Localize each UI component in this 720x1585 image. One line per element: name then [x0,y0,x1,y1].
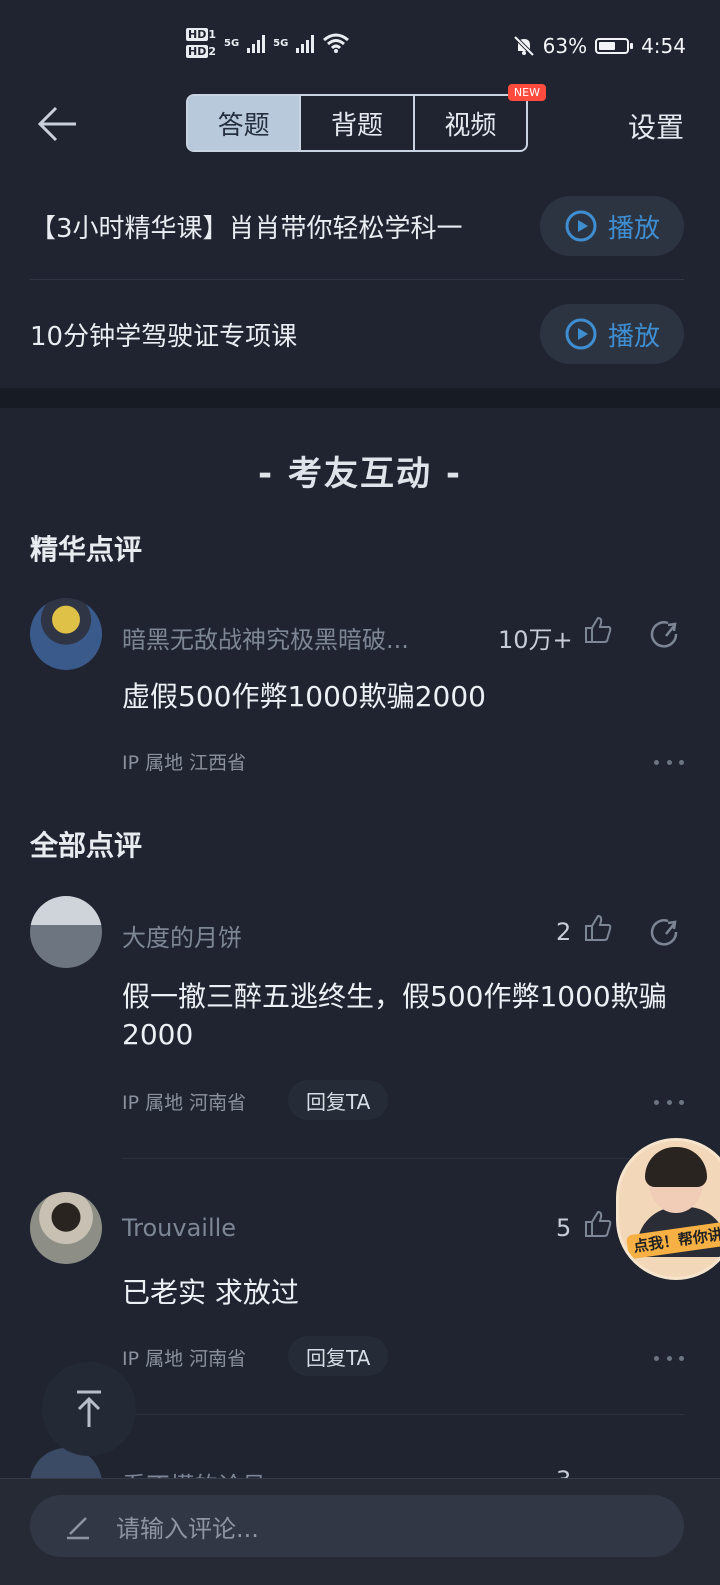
mode-tabs: 答题 背题 视频 NEW [186,84,546,152]
share-icon[interactable] [646,914,682,950]
more-icon[interactable] [654,1356,684,1364]
clock: 4:54 [641,34,686,58]
pencil-icon [67,1517,89,1540]
hd1-icon: HD [186,28,209,41]
featured-heading: 精华点评 [30,533,143,566]
like-count: 2 [556,918,572,946]
bell-muted-icon [513,35,535,57]
avatar[interactable] [30,896,102,968]
comment-author[interactable]: Trouvaille [122,1214,236,1242]
play-label: 播放 [607,321,660,352]
divider [122,1158,684,1159]
thumbs-up-icon[interactable] [582,614,614,646]
ip-location: IP 属地 河南省 [122,1092,247,1114]
net2-label: 5G [273,38,289,49]
divider [30,279,684,280]
reply-button[interactable]: 回复TA [288,1080,389,1120]
all-heading: 全部点评 [30,829,143,862]
tab-memorize-label: 背题 [330,110,383,141]
helper-floating-button[interactable]: 点我！帮你讲 [616,1138,720,1280]
play-button[interactable]: 播放 [540,304,684,364]
play-label: 播放 [607,213,660,244]
like-count: 10万+ [498,626,573,654]
helper-hair [645,1147,707,1187]
tab-memorize[interactable]: 背题 [301,96,415,150]
comment-input-placeholder: 请输入评论... [116,1514,259,1543]
avatar[interactable] [30,1192,102,1264]
thumbs-up-icon[interactable] [582,912,614,944]
back-arrow-icon[interactable] [36,104,80,144]
new-badge: NEW [507,84,546,101]
ip-location: IP 属地 江西省 [122,752,247,774]
course-title: 【3小时精华课】肖肖带你轻松学科一 [30,213,463,244]
reply-button[interactable]: 回复TA [288,1336,389,1376]
section-separator [0,388,720,408]
signal2-icon [296,33,315,53]
play-button[interactable]: 播放 [540,196,684,256]
comment-text: 虚假500作弊1000欺骗2000 [122,680,486,713]
comment-author[interactable]: 大度的月饼 [122,918,242,953]
divider [122,1414,684,1415]
interaction-title: - 考友互动 - [258,454,462,494]
comment-input[interactable]: 请输入评论... [30,1495,684,1557]
back-to-top-button[interactable] [42,1362,136,1456]
settings-button[interactable]: 设置 [628,106,684,146]
signal1-icon [247,33,266,53]
arrow-up-icon [77,1390,101,1427]
tab-answer[interactable]: 答题 [188,96,302,150]
status-bar: HD 1 HD 2 5G 5G 63% 4:54 [0,28,720,72]
hd2-icon: HD [186,45,209,58]
thumbs-up-icon[interactable] [582,1208,614,1240]
course-row: 【3小时精华课】肖肖带你轻松学科一 播放 [30,186,684,266]
wifi-icon [323,33,350,53]
ip-location: IP 属地 河南省 [122,1348,247,1370]
share-icon[interactable] [646,616,682,652]
comment-text: 假一撤三醉五逃终生，假500作弊1000欺骗2000 [122,980,667,1051]
hd1-sub: 1 [208,28,216,41]
hd-indicators: HD 1 HD 2 [186,28,216,58]
play-circle-icon [565,210,597,242]
bottom-bar: 请输入评论... [0,1478,720,1585]
course-title: 10分钟学驾驶证专项课 [30,321,298,352]
tab-video[interactable]: 视频 NEW [415,84,546,150]
tab-answer-label: 答题 [217,110,270,141]
comment-author[interactable]: 暗黑无敌战神究极黑暗破... [122,620,409,655]
more-icon[interactable] [654,760,684,768]
tab-video-label: 视频 [444,110,497,141]
battery-icon [595,38,634,54]
avatar[interactable] [30,598,102,670]
status-left: HD 1 HD 2 5G 5G [186,28,350,58]
course-row: 10分钟学驾驶证专项课 播放 [30,294,684,374]
battery-percent: 63% [542,34,588,58]
play-circle-icon [565,318,597,350]
status-right: 63% 4:54 [513,34,686,58]
more-icon[interactable] [654,1100,684,1108]
hd2-sub: 2 [208,45,216,58]
like-count: 5 [556,1214,572,1242]
net1-label: 5G [224,38,240,49]
comment-text: 已老实 求放过 [122,1276,299,1309]
